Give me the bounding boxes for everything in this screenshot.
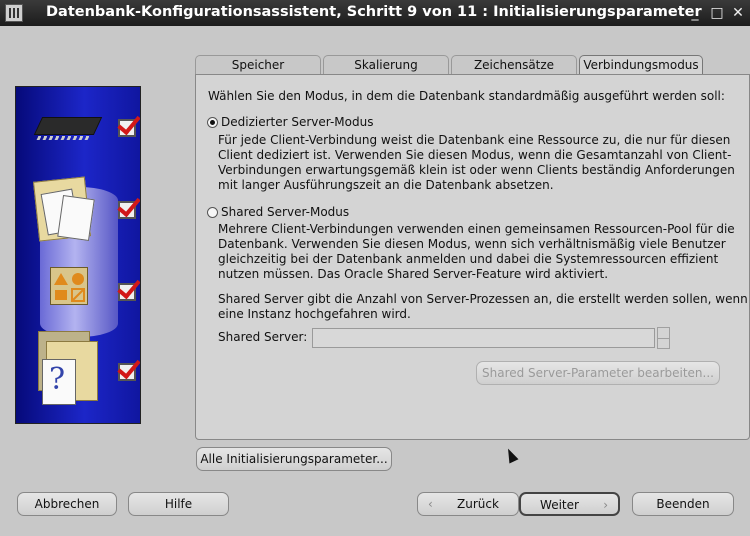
dedicated-description-line: Verbindungen erwartungsgemäß klein ist o… [218, 163, 735, 177]
help-button[interactable]: Hilfe [128, 492, 229, 516]
step-done-check-icon [118, 119, 136, 137]
minimize-button[interactable]: _ [686, 4, 704, 22]
dedicated-server-label[interactable]: Dedizierter Server-Modus [221, 115, 373, 130]
intro-text: Wählen Sie den Modus, in dem die Datenba… [208, 89, 725, 103]
shared-description-line: nutzen müssen. Das Oracle Shared Server-… [218, 267, 609, 281]
shared-server-count-label: Shared Server: [218, 330, 308, 344]
all-init-params-button[interactable]: Alle Initialisierungsparameter... [196, 447, 392, 471]
window-title: Datenbank-Konfigurationsassistent, Schri… [46, 4, 702, 20]
tab-speicher[interactable]: Speicher [195, 55, 321, 75]
help-document-icon: ? [42, 359, 76, 405]
tab-skalierung[interactable]: Skalierung [323, 55, 449, 75]
title-bar: Datenbank-Konfigurationsassistent, Schri… [0, 0, 750, 26]
dedicated-description-line: Client dediziert ist. Verwenden Sie dies… [218, 148, 732, 162]
cancel-button[interactable]: Abbrechen [17, 492, 117, 516]
close-button[interactable]: ✕ [729, 4, 747, 22]
tab-zeichensaetze[interactable]: Zeichensätze [451, 55, 577, 75]
shared-server-radio[interactable] [207, 207, 218, 218]
dedicated-server-radio[interactable] [207, 117, 218, 128]
step-done-check-icon [118, 363, 136, 381]
shared-note-line: Shared Server gibt die Anzahl von Server… [218, 292, 748, 306]
dedicated-description-line: mit langer Ausführungszeit an die Datenb… [218, 178, 554, 192]
finish-button[interactable]: Beenden [632, 492, 734, 516]
chip-icon [33, 117, 103, 135]
back-button-label: Zurück [457, 497, 499, 511]
shapes-icon [50, 267, 88, 305]
next-button[interactable]: Weiter › [519, 492, 620, 516]
edit-shared-server-params-button[interactable]: Shared Server-Parameter bearbeiten... [476, 361, 720, 385]
chevron-right-icon: › [603, 498, 608, 512]
shared-server-label[interactable]: Shared Server-Modus [221, 205, 349, 220]
maximize-button[interactable]: □ [708, 4, 726, 22]
back-button[interactable]: ‹ Zurück [417, 492, 519, 516]
shared-description-line: gleichzeitig bei der Datenbank anmelden … [218, 252, 719, 266]
step-done-check-icon [118, 283, 136, 301]
shared-description-line: Mehrere Client-Verbindungen verwenden ei… [218, 222, 735, 236]
dedicated-description-line: Für jede Client-Verbindung weist die Dat… [218, 133, 731, 147]
wizard-illustration: ? [15, 86, 141, 424]
document-icon [57, 194, 95, 242]
tab-verbindungsmodus[interactable]: Verbindungsmodus [579, 55, 703, 76]
shared-server-spinner[interactable] [657, 327, 670, 349]
step-done-check-icon [118, 201, 136, 219]
mouse-cursor-icon [503, 446, 519, 464]
app-menu-icon[interactable] [5, 4, 23, 22]
chevron-left-icon: ‹ [428, 497, 433, 511]
shared-description-line: Datenbank. Verwenden Sie diesen Modus, w… [218, 237, 726, 251]
next-button-label: Weiter [540, 498, 579, 512]
shared-note-line: eine Instanz hochgefahren wird. [218, 307, 411, 321]
shared-server-count-input[interactable] [312, 328, 655, 348]
